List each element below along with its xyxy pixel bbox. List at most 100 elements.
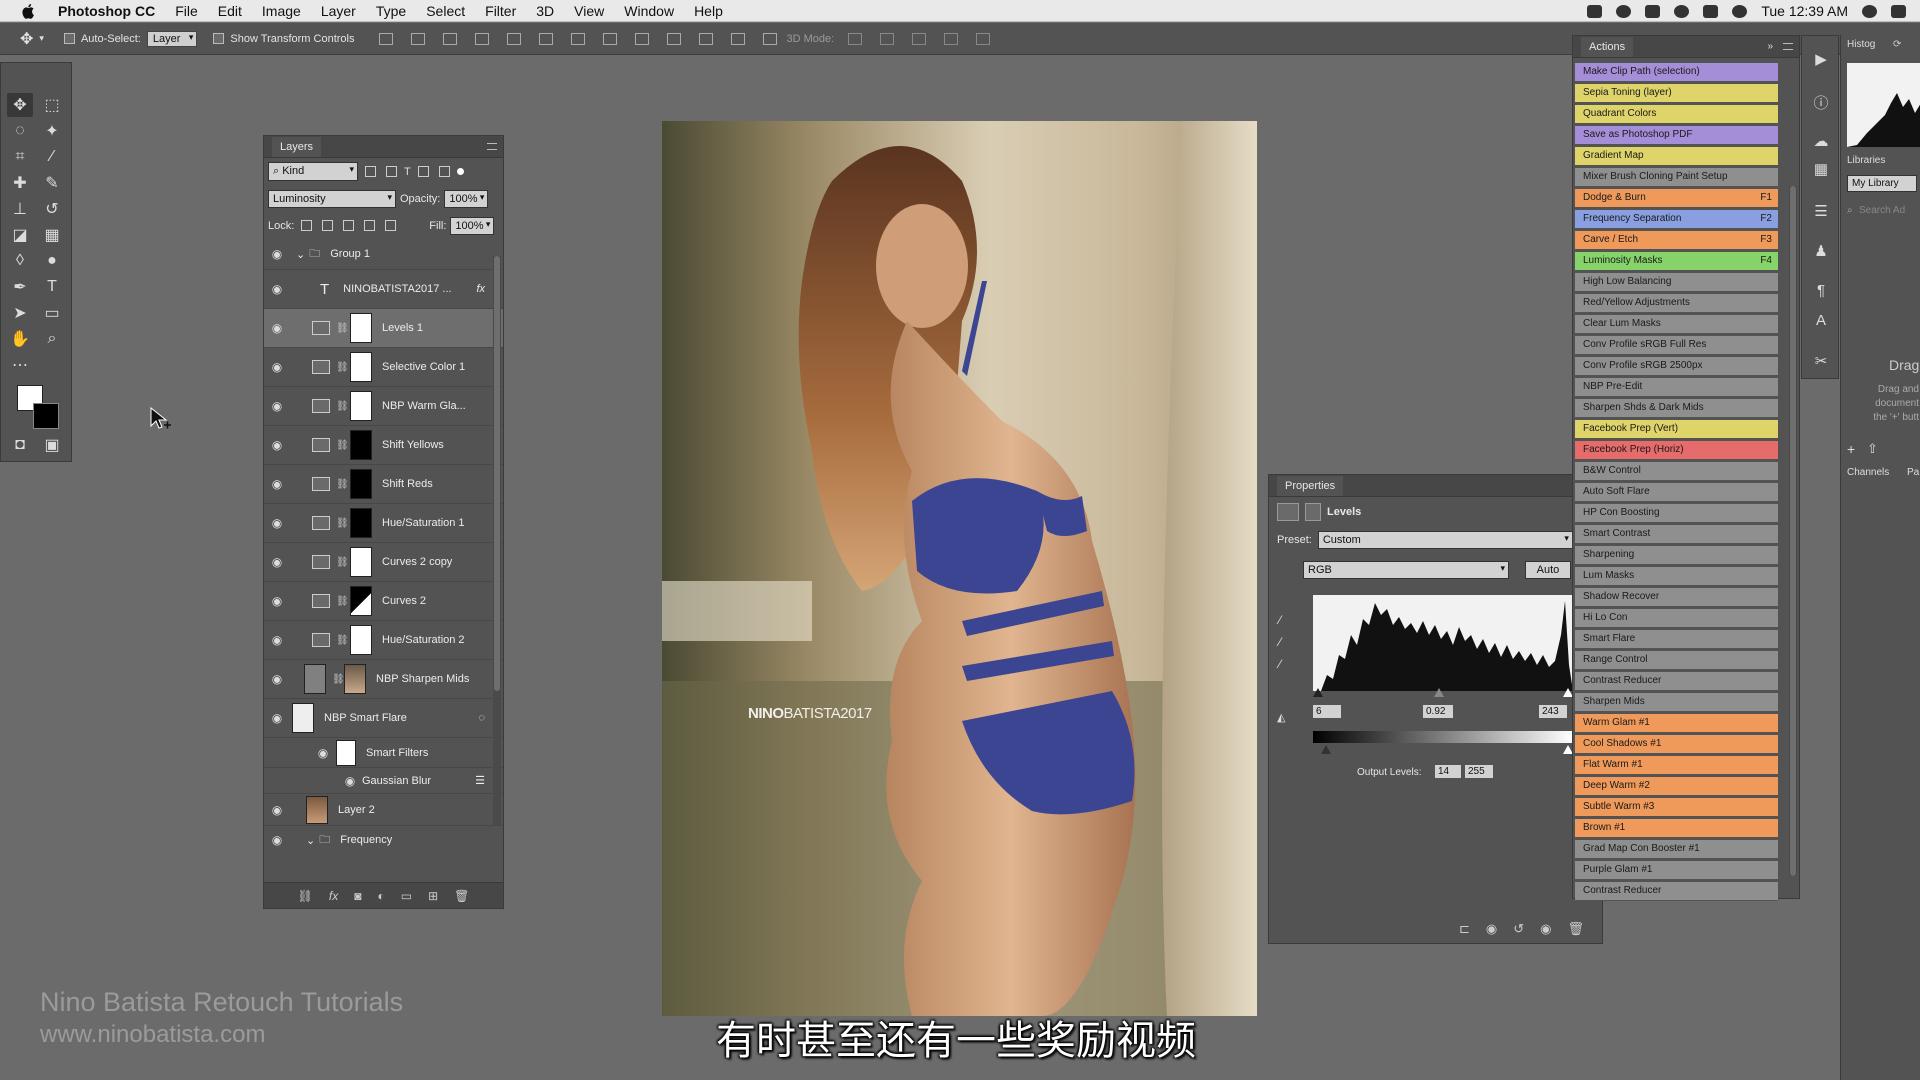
filter-options-icon[interactable]: ☰ (475, 774, 485, 787)
smart-filters-row[interactable]: ◉ Smart Filters (264, 738, 503, 768)
preset-dropdown[interactable]: Custom (1317, 531, 1573, 549)
filter-shape-icon[interactable] (417, 166, 429, 177)
document-canvas[interactable]: NINOBATISTA2017 (662, 121, 1257, 1016)
tab-actions[interactable]: Actions (1581, 36, 1634, 57)
menu-3d[interactable]: 3D (536, 3, 554, 19)
rectangle-tool-icon[interactable]: ▭ (39, 301, 65, 325)
magic-wand-tool-icon[interactable]: ✦ (39, 119, 65, 143)
action-item[interactable]: Auto Soft Flare (1575, 483, 1778, 502)
chevron-down-icon[interactable]: ⌄ (296, 248, 305, 261)
visibility-eye-icon[interactable]: ◉ (264, 399, 290, 413)
tab-layers[interactable]: Layers (272, 136, 322, 157)
more-tools-icon[interactable]: ⋯ (7, 353, 33, 377)
view-previous-icon[interactable]: ◉ (1486, 921, 1497, 937)
menu-type[interactable]: Type (376, 3, 406, 19)
clip-to-layer-icon[interactable]: ⊏ (1459, 921, 1470, 937)
dodge-tool-icon[interactable]: ● (39, 249, 65, 273)
distribute-vcenter-icon[interactable] (602, 32, 617, 45)
align-left-icon[interactable] (474, 32, 489, 45)
lasso-tool-icon[interactable]: ◌ (7, 119, 33, 143)
histogram-refresh-icon[interactable]: ⟳ (1893, 39, 1901, 50)
clone-source-icon[interactable]: ♟ (1812, 242, 1830, 260)
action-item[interactable]: Hi Lo Con (1575, 609, 1778, 628)
layer-mask-thumbnail[interactable] (344, 664, 366, 694)
action-item[interactable]: Contrast Reducer (1575, 882, 1778, 901)
action-item[interactable]: Red/Yellow Adjustments (1575, 294, 1778, 313)
move-tool-icon[interactable]: ✥ (7, 93, 33, 117)
tool-presets-icon[interactable]: ✂ (1812, 352, 1830, 370)
action-item[interactable]: Grad Map Con Booster #1 (1575, 840, 1778, 859)
layer-thumbnail[interactable] (306, 795, 328, 824)
opacity-field[interactable]: 100% (444, 189, 489, 208)
white-point-eyedropper-icon[interactable]: ⁄ (1279, 653, 1281, 675)
layer-group-frequency[interactable]: ◉ ⌄ 🗀 Frequency (264, 826, 503, 854)
chevron-down-icon[interactable]: ⌄ (306, 834, 315, 847)
blend-mode-dropdown[interactable]: Luminosity (268, 189, 396, 208)
menu-window[interactable]: Window (624, 3, 674, 19)
healing-brush-tool-icon[interactable]: ✚ (7, 171, 33, 195)
paragraph-icon[interactable]: ¶ (1812, 282, 1830, 299)
history-brush-tool-icon[interactable]: ↺ (39, 197, 65, 221)
layer-mask-thumbnail[interactable] (350, 352, 372, 382)
action-item[interactable]: Warm Glam #1 (1575, 714, 1778, 733)
move-tool-icon[interactable]: ✥ (20, 29, 33, 49)
layer-row-selective-color[interactable]: ◉ ⛓ Selective Color 1 (264, 348, 503, 387)
visibility-eye-icon[interactable]: ◉ (264, 321, 290, 335)
screen-mode-icon[interactable]: ▣ (39, 433, 65, 457)
eyedropper-tool-icon[interactable]: ⁄ (39, 145, 65, 169)
output-black-field[interactable]: 14 (1435, 765, 1461, 778)
action-item[interactable]: Subtle Warm #3 (1575, 798, 1778, 817)
volume-icon[interactable] (1703, 4, 1719, 18)
distribute-left-icon[interactable] (666, 32, 681, 45)
trash-icon[interactable]: 🗑 (454, 889, 469, 903)
add-mask-icon[interactable]: ◙ (354, 889, 361, 903)
align-vcenter-icon[interactable] (410, 32, 425, 45)
action-item[interactable]: Clear Lum Masks (1575, 315, 1778, 334)
filter-toggle-icon[interactable] (456, 168, 464, 175)
action-item[interactable]: Deep Warm #2 (1575, 777, 1778, 796)
lock-position-icon[interactable] (343, 220, 355, 231)
layer-row-levels[interactable]: ◉ ⛓ Levels 1 (264, 309, 503, 348)
creative-cloud-icon[interactable] (1674, 4, 1690, 18)
clone-stamp-tool-icon[interactable]: ⊥ (7, 197, 33, 221)
library-dropdown[interactable]: My Library (1847, 175, 1917, 192)
type-tool-icon[interactable]: T (39, 275, 65, 299)
layer-row-curves-2[interactable]: ◉ ⛓ Curves 2 (264, 582, 503, 621)
action-item[interactable]: HP Con Boosting (1575, 504, 1778, 523)
add-style-icon[interactable]: fx (329, 889, 338, 903)
auto-select-dropdown[interactable]: Layer (146, 30, 198, 47)
reset-icon[interactable]: ↺ (1513, 921, 1524, 937)
info-icon[interactable]: ⓘ (1812, 92, 1830, 112)
visibility-eye-icon[interactable]: ◉ (264, 438, 290, 452)
output-black-slider[interactable] (1321, 745, 1331, 754)
visibility-eye-icon[interactable]: ◉ (264, 803, 290, 817)
filter-type-icon[interactable]: T (404, 166, 411, 178)
menu-image[interactable]: Image (262, 3, 301, 19)
new-layer-icon[interactable]: ⊞ (428, 889, 438, 903)
new-adjustment-icon[interactable]: ◐ (377, 889, 384, 903)
character-icon[interactable]: A (1812, 312, 1830, 329)
3d-roll-icon[interactable] (880, 32, 895, 45)
action-item[interactable]: Sharpen Mids (1575, 693, 1778, 712)
tab-histogram[interactable]: Histog (1847, 39, 1875, 50)
layer-mask-thumbnail[interactable] (350, 625, 372, 655)
scrollbar-thumb[interactable] (1790, 186, 1796, 876)
menu-edit[interactable]: Edit (218, 3, 242, 19)
notification-center-icon[interactable] (1891, 4, 1906, 18)
layer-row-layer-2[interactable]: ◉ Layer 2 (264, 794, 503, 826)
apple-icon[interactable] (20, 3, 38, 19)
output-white-field[interactable]: 255 (1465, 765, 1493, 778)
layer-mask-thumbnail[interactable] (350, 430, 372, 460)
library-search-input[interactable]: Search Ad (1859, 205, 1905, 216)
layer-row-warm-glam[interactable]: ◉ ⛓ NBP Warm Gla... (264, 387, 503, 426)
smart-filter-icon[interactable]: ◌ (478, 712, 485, 724)
gradient-tool-icon[interactable]: ▦ (39, 223, 65, 247)
blur-tool-icon[interactable]: ◊ (7, 249, 33, 273)
distribute-bottom-icon[interactable] (634, 32, 649, 45)
gaussian-blur-row[interactable]: ◉ Gaussian Blur ☰ (264, 768, 503, 794)
tab-properties[interactable]: Properties (1277, 475, 1344, 496)
move-tool-preset[interactable]: ✥ ▾ (20, 29, 44, 49)
visibility-eye-icon[interactable]: ◉ (264, 711, 290, 725)
visibility-eye-icon[interactable]: ◉ (342, 774, 358, 788)
layer-row-hue-saturation-1[interactable]: ◉ ⛓ Hue/Saturation 1 (264, 504, 503, 543)
